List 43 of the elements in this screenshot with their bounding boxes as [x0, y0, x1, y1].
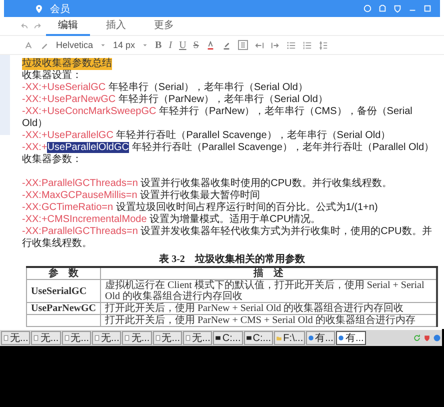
size-dropdown[interactable]: 14 px: [113, 40, 136, 50]
document-heading: 垃圾收集器参数总结: [22, 58, 112, 70]
table-caption: 表 3-2 垃圾收集相关的常用参数: [158, 253, 306, 266]
option-line: -XX:+UseConcMarkSweepGC 年轻并行（ParNew），老年串行（CMS），备份（Serial Old）: [22, 106, 414, 130]
section-label: 收集器参数：: [22, 154, 83, 166]
window-title: 会员: [50, 2, 70, 16]
section-label: 收集器设置：: [22, 70, 83, 82]
table-cell: UseSerialGC: [26, 280, 100, 302]
style-button[interactable]: I: [168, 40, 172, 50]
table-cell: 打开此开关后，使用 ParNew + Serial Old 的收集器组合进行内存回收: [100, 302, 437, 314]
taskbar-button[interactable]: 无...: [1, 331, 30, 345]
table-cell: UseParNewGC: [26, 302, 100, 314]
taskbar-button[interactable]: 无...: [122, 331, 152, 345]
option-line: -XX:+CMSIncrementalMode 设置为增量模式。适用于单CPU情况。: [22, 214, 322, 226]
taskbar-button[interactable]: 无...: [92, 331, 122, 345]
taskbar-button[interactable]: 无...: [62, 331, 92, 345]
column-header: 参 数: [26, 267, 100, 280]
taskbar-button[interactable]: 有...: [336, 331, 366, 345]
option-line: -XX:+UseParallelGC 年轻并行吞吐（Parallel Scavenge），老年串行（Serial Old）: [22, 130, 392, 142]
taskbar-button[interactable]: 无...: [31, 331, 61, 345]
option-line: -XX:GCTimeRatio=n 设置垃圾回收时间占程序运行时间的百分比。公式为1/(1+n): [22, 202, 379, 214]
option-line: -XX:+UseParallelOldGC 年轻并行吞吐（Parallel Scavenge），老年并行吞吐（Parallel Old）: [22, 142, 436, 154]
taskbar-button[interactable]: 无...: [183, 331, 212, 345]
style-button[interactable]: B: [155, 40, 162, 50]
editor-tab[interactable]: 更多: [142, 16, 186, 36]
taskbar-button[interactable]: C:...: [213, 331, 243, 345]
column-header: 描 述: [100, 267, 437, 280]
editor-tab[interactable]: 编辑: [46, 16, 90, 36]
taskbar-button[interactable]: 有...: [306, 331, 336, 345]
option-line: -XX:+UseParNewGC 年轻并行（ParNew），老年串行（Serial Old）: [22, 94, 329, 106]
taskbar-button[interactable]: F:\...: [274, 331, 306, 345]
option-line: -XX:+UseSerialGC 年轻串行（Serial），老年串行（Serial Old）: [22, 82, 309, 94]
taskbar-button[interactable]: C:...: [244, 331, 274, 345]
table-cell: 打开此开关后，使用 ParNew + CMS + Serial Old 的收集器组合进行内存: [100, 314, 437, 326]
table-cell: 虚拟机运行在 Client 模式下的默认值，打开此开关后，使用 Serial + Serial Old 的收集器组合进行内存回收: [100, 280, 437, 302]
style-button[interactable]: S: [193, 40, 199, 50]
option-line: -XX:MaxGCPauseMillis=n 设置并行收集最大暂停时间: [22, 190, 262, 202]
taskbar-button[interactable]: 无...: [152, 331, 182, 345]
option-line: -XX:ParallelGCThreads=n 设置并行收集器收集时使用的CPU数。并行收集线程数。: [22, 178, 393, 190]
font-dropdown[interactable]: Helvetica: [56, 40, 94, 50]
editor-tab[interactable]: 插入: [94, 16, 138, 36]
option-line: -XX:ParallelGCThreads=n 设置并发收集器年轻代收集方式为并行收集时，使用的CPU数。并行收集线程数。: [22, 226, 433, 250]
style-button[interactable]: U: [179, 40, 186, 50]
